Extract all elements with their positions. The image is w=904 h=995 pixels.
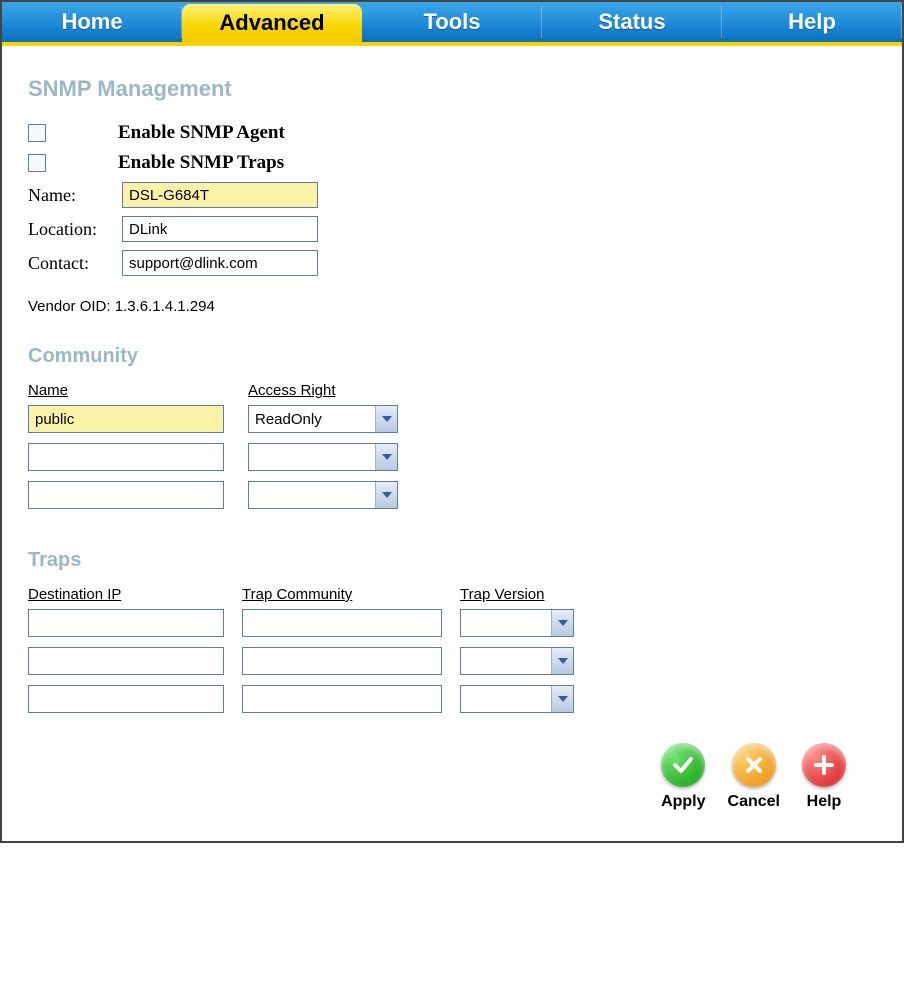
vendor-oid-value: 1.3.6.1.4.1.294 bbox=[115, 298, 215, 315]
traps-col-comm: Trap Community bbox=[242, 586, 442, 603]
chevron-down-icon bbox=[551, 686, 573, 712]
contact-label: Contact: bbox=[28, 253, 122, 274]
community-heading: Community bbox=[28, 345, 876, 368]
plus-icon bbox=[802, 743, 846, 787]
trap-comm-1[interactable] bbox=[242, 647, 442, 675]
name-input[interactable] bbox=[122, 182, 318, 208]
help-button[interactable]: Help bbox=[802, 743, 846, 811]
trap-ver-0[interactable] bbox=[460, 609, 574, 637]
community-name-1[interactable] bbox=[28, 443, 224, 471]
community-name-2[interactable] bbox=[28, 481, 224, 509]
location-input[interactable] bbox=[122, 216, 318, 242]
traps-col-dest: Destination IP bbox=[28, 586, 224, 603]
trap-dest-2[interactable] bbox=[28, 685, 224, 713]
trap-dest-0[interactable] bbox=[28, 609, 224, 637]
community-col-access: Access Right bbox=[248, 382, 398, 399]
enable-snmp-traps-checkbox[interactable] bbox=[28, 154, 46, 172]
chevron-down-icon bbox=[375, 444, 397, 470]
chevron-down-icon bbox=[551, 648, 573, 674]
apply-button[interactable]: Apply bbox=[661, 743, 705, 811]
tab-bar: Home Advanced Tools Status Help bbox=[2, 2, 902, 46]
name-label: Name: bbox=[28, 185, 122, 206]
enable-snmp-traps-label: Enable SNMP Traps bbox=[118, 152, 284, 174]
trap-ver-1[interactable] bbox=[460, 647, 574, 675]
community-access-0-value: ReadOnly bbox=[249, 411, 375, 428]
community-col-name: Name bbox=[28, 382, 224, 399]
page-title: SNMP Management bbox=[28, 76, 876, 102]
trap-comm-2[interactable] bbox=[242, 685, 442, 713]
tab-tools[interactable]: Tools bbox=[362, 2, 542, 42]
community-access-1[interactable] bbox=[248, 443, 398, 471]
tab-advanced[interactable]: Advanced bbox=[182, 4, 362, 42]
chevron-down-icon bbox=[375, 406, 397, 432]
help-label: Help bbox=[807, 793, 842, 811]
tab-status[interactable]: Status bbox=[542, 2, 722, 42]
check-icon bbox=[661, 743, 705, 787]
apply-label: Apply bbox=[661, 793, 705, 811]
vendor-oid-label: Vendor OID: bbox=[28, 298, 111, 315]
community-name-0[interactable] bbox=[28, 405, 224, 433]
tab-home[interactable]: Home bbox=[2, 2, 182, 42]
contact-input[interactable] bbox=[122, 250, 318, 276]
chevron-down-icon bbox=[551, 610, 573, 636]
community-access-0[interactable]: ReadOnly bbox=[248, 405, 398, 433]
trap-ver-2[interactable] bbox=[460, 685, 574, 713]
tab-help[interactable]: Help bbox=[722, 2, 902, 42]
close-icon bbox=[732, 743, 776, 787]
enable-snmp-agent-label: Enable SNMP Agent bbox=[118, 122, 285, 144]
enable-snmp-agent-checkbox[interactable] bbox=[28, 124, 46, 142]
location-label: Location: bbox=[28, 219, 122, 240]
trap-dest-1[interactable] bbox=[28, 647, 224, 675]
cancel-button[interactable]: Cancel bbox=[728, 743, 780, 811]
traps-heading: Traps bbox=[28, 549, 876, 572]
trap-comm-0[interactable] bbox=[242, 609, 442, 637]
chevron-down-icon bbox=[375, 482, 397, 508]
cancel-label: Cancel bbox=[728, 793, 780, 811]
community-access-2[interactable] bbox=[248, 481, 398, 509]
traps-col-ver: Trap Version bbox=[460, 586, 574, 603]
